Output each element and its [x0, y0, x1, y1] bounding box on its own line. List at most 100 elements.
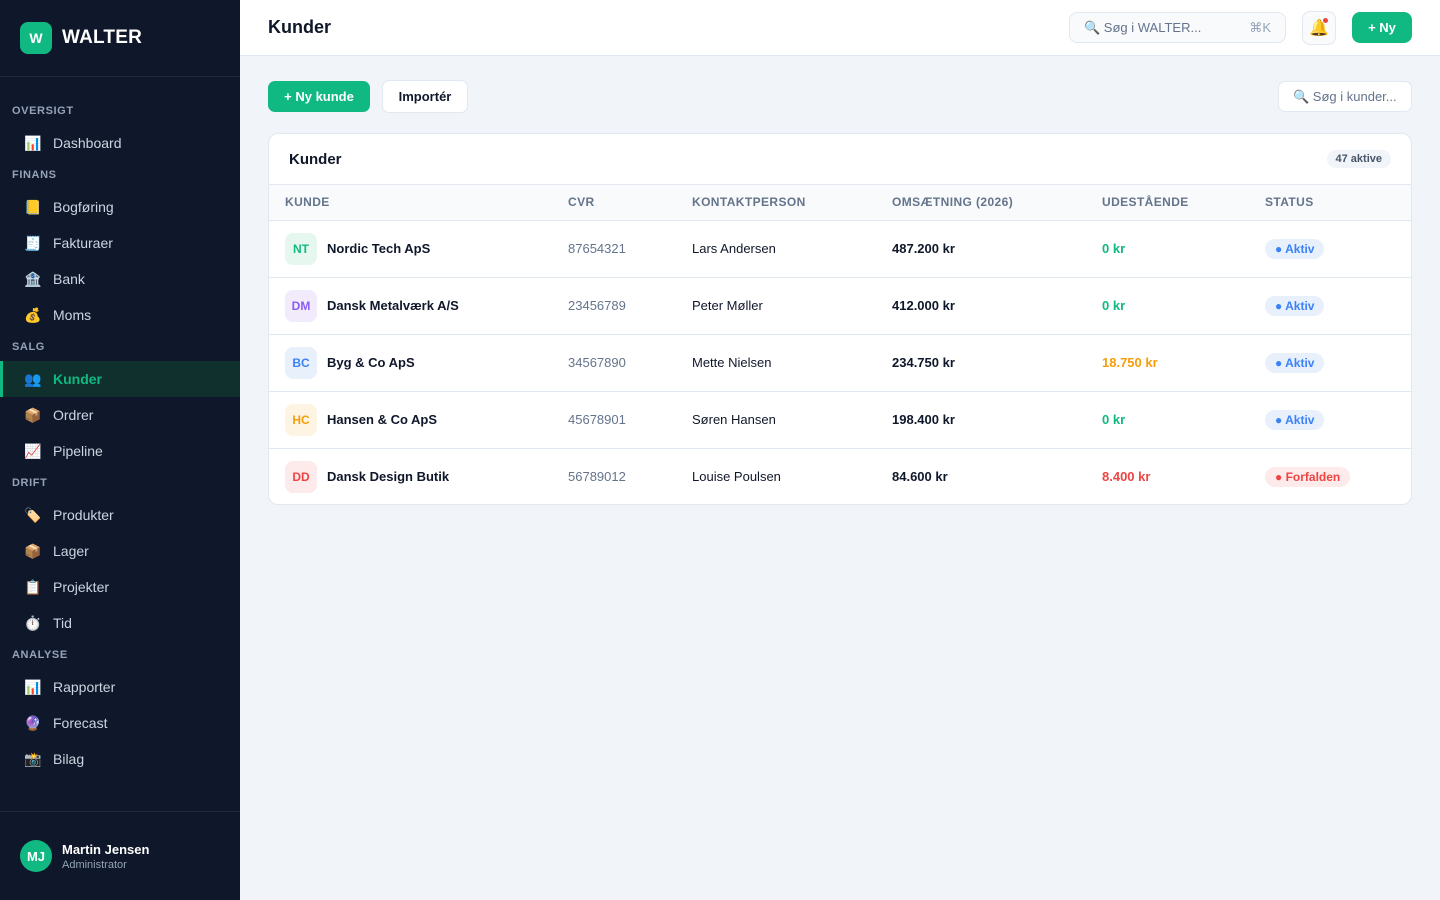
sidebar-item-label: Lager: [53, 543, 89, 559]
column-header-udestaaende[interactable]: Udestående: [1086, 185, 1249, 221]
customer-name[interactable]: Hansen & Co ApS: [327, 412, 437, 427]
sidebar-item-ordrer[interactable]: 📦 Ordrer: [0, 397, 240, 433]
import-button[interactable]: Importér: [382, 80, 468, 113]
cell-outstanding: 18.750 kr: [1086, 334, 1249, 392]
cell-contact: Mette Nielsen: [676, 334, 876, 392]
sidebar-item-label: Bank: [53, 271, 85, 287]
column-header-cvr[interactable]: CVR: [552, 185, 676, 221]
column-header-kontaktperson[interactable]: Kontaktperson: [676, 185, 876, 221]
table-row[interactable]: NT Nordic Tech ApS 87654321 Lars Anderse…: [269, 220, 1411, 278]
brand-logo: W: [20, 22, 52, 54]
brand[interactable]: W WALTER: [0, 0, 240, 77]
table-row[interactable]: BC Byg & Co ApS 34567890 Mette Nielsen 2…: [269, 334, 1411, 392]
customer-name[interactable]: Dansk Metalværk A/S: [327, 298, 459, 313]
sidebar-item-projekter[interactable]: 📋 Projekter: [0, 569, 240, 605]
cell-cvr: 45678901: [552, 391, 676, 449]
customers-card: Kunder 47 aktive Kunde CVR Kontaktperson…: [268, 133, 1412, 505]
package-icon: 📦: [24, 542, 42, 559]
customer-avatar: NT: [285, 232, 317, 265]
status-badge: ● Forfalden: [1265, 466, 1351, 487]
sidebar-item-bilag[interactable]: 📸 Bilag: [0, 741, 240, 777]
customer-name[interactable]: Dansk Design Butik: [327, 469, 449, 484]
user-name: Martin Jensen: [62, 841, 150, 857]
customers-table: Kunde CVR Kontaktperson Omsætning (2026)…: [269, 185, 1411, 504]
global-search-input[interactable]: 🔍 Søg i WALTER... ⌘K: [1069, 12, 1286, 43]
sidebar-item-pipeline[interactable]: 📈 Pipeline: [0, 433, 240, 469]
sidebar-item-label: Moms: [53, 307, 92, 323]
table-row[interactable]: HC Hansen & Co ApS 45678901 Søren Hansen…: [269, 391, 1411, 449]
customer-name[interactable]: Nordic Tech ApS: [327, 241, 430, 256]
cell-revenue: 84.600 kr: [892, 469, 948, 485]
status-badge: ● Aktiv: [1265, 238, 1325, 259]
customer-cell: DD Dansk Design Butik: [285, 460, 552, 493]
topbar: Kunder 🔍 Søg i WALTER... ⌘K 🔔 + Ny: [240, 0, 1440, 56]
sidebar-item-label: Bogføring: [53, 199, 114, 215]
new-button[interactable]: + Ny: [1352, 12, 1412, 43]
notification-dot: [1323, 18, 1328, 23]
table-row[interactable]: DM Dansk Metalværk A/S 23456789 Peter Mø…: [269, 277, 1411, 335]
column-header-kunde[interactable]: Kunde: [269, 185, 552, 221]
column-header-omsaetning[interactable]: Omsætning (2026): [876, 185, 1086, 221]
cell-outstanding: 8.400 kr: [1102, 469, 1151, 485]
sidebar-item-tid[interactable]: ⏱️ Tid: [0, 605, 240, 641]
cell-kunde: HC Hansen & Co ApS: [269, 391, 552, 449]
cell-cvr: 56789012: [568, 469, 626, 485]
bank-icon: 🏦: [24, 270, 42, 287]
ledger-icon: 📒: [24, 198, 42, 215]
new-customer-button[interactable]: + Ny kunde: [268, 81, 370, 112]
sidebar-item-fakturaer[interactable]: 🧾 Fakturaer: [0, 225, 240, 261]
sidebar-item-bogf-ring[interactable]: 📒 Bogføring: [0, 189, 240, 225]
global-search-placeholder: 🔍 Søg i WALTER...: [1084, 19, 1202, 35]
cell-status: ● Aktiv: [1249, 277, 1411, 335]
customer-cell: HC Hansen & Co ApS: [285, 403, 552, 436]
cell-cvr: 87654321: [552, 220, 676, 278]
status-badge: ● Aktiv: [1265, 352, 1325, 373]
cell-revenue: 487.200 kr: [876, 220, 1086, 278]
status-badge: ● Aktiv: [1265, 409, 1325, 430]
table-row[interactable]: DD Dansk Design Butik 56789012 Louise Po…: [269, 448, 1411, 504]
sidebar-item-label: Projekter: [53, 579, 110, 595]
sidebar-nav: OVERSIGT 📊 Dashboard FINANS 📒 Bogføring 🧾 Faktu…: [0, 77, 240, 777]
dashboard-icon: 📊: [24, 134, 42, 151]
sidebar-item-label: Produkter: [53, 507, 114, 523]
notifications-button[interactable]: 🔔: [1302, 11, 1336, 45]
sidebar-item-moms[interactable]: 💰 Moms: [0, 297, 240, 333]
customer-cell: NT Nordic Tech ApS: [285, 232, 552, 265]
column-header-status[interactable]: Status: [1249, 185, 1411, 221]
sidebar-item-kunder[interactable]: 👥 Kunder: [0, 361, 240, 397]
cell-outstanding: 0 kr: [1086, 277, 1249, 335]
sidebar-item-forecast[interactable]: 🔮 Forecast: [0, 705, 240, 741]
cell-kunde: BC Byg & Co ApS: [269, 334, 552, 392]
customer-cell: BC Byg & Co ApS: [285, 346, 552, 379]
customer-name[interactable]: Byg & Co ApS: [327, 355, 415, 370]
sidebar-item-produkter[interactable]: 🏷️ Produkter: [0, 497, 240, 533]
sidebar-item-rapporter[interactable]: 📊 Rapporter: [0, 669, 240, 705]
cell-contact: Lars Andersen: [676, 220, 876, 278]
nav-section-label: ANALYSE: [12, 649, 68, 661]
brand-name: WALTER: [62, 27, 143, 48]
sidebar-item-dashboard[interactable]: 📊 Dashboard: [0, 125, 240, 161]
table-header-row: Kunde CVR Kontaktperson Omsætning (2026)…: [269, 185, 1411, 221]
cell-contact: Søren Hansen: [676, 391, 876, 449]
active-count-badge: 47 aktive: [1326, 150, 1391, 168]
camera-icon: 📸: [24, 750, 42, 767]
nav-section-label: OVERSIGT: [12, 105, 74, 117]
stopwatch-icon: ⏱️: [24, 614, 42, 631]
customer-search-input[interactable]: 🔍 Søg i kunder...: [1278, 81, 1412, 112]
package-icon: 📦: [24, 406, 42, 423]
user-profile[interactable]: MJ Martin Jensen Administrator: [0, 811, 240, 900]
status-badge: ● Aktiv: [1265, 295, 1325, 316]
clipboard-icon: 📋: [24, 578, 42, 595]
sidebar-item-lager[interactable]: 📦 Lager: [0, 533, 240, 569]
page-title: Kunder: [268, 17, 331, 37]
sidebar-item-label: Forecast: [53, 715, 108, 731]
sidebar-item-label: Rapporter: [53, 679, 116, 695]
invoice-icon: 🧾: [24, 234, 42, 251]
sidebar-item-label: Kunder: [53, 371, 102, 387]
sidebar-item-label: Bilag: [53, 751, 85, 767]
user-meta: Martin Jensen Administrator: [62, 842, 149, 871]
customer-avatar: BC: [285, 346, 317, 379]
cell-outstanding: 0 kr: [1086, 220, 1249, 278]
tag-icon: 🏷️: [24, 506, 42, 523]
sidebar-item-bank[interactable]: 🏦 Bank: [0, 261, 240, 297]
